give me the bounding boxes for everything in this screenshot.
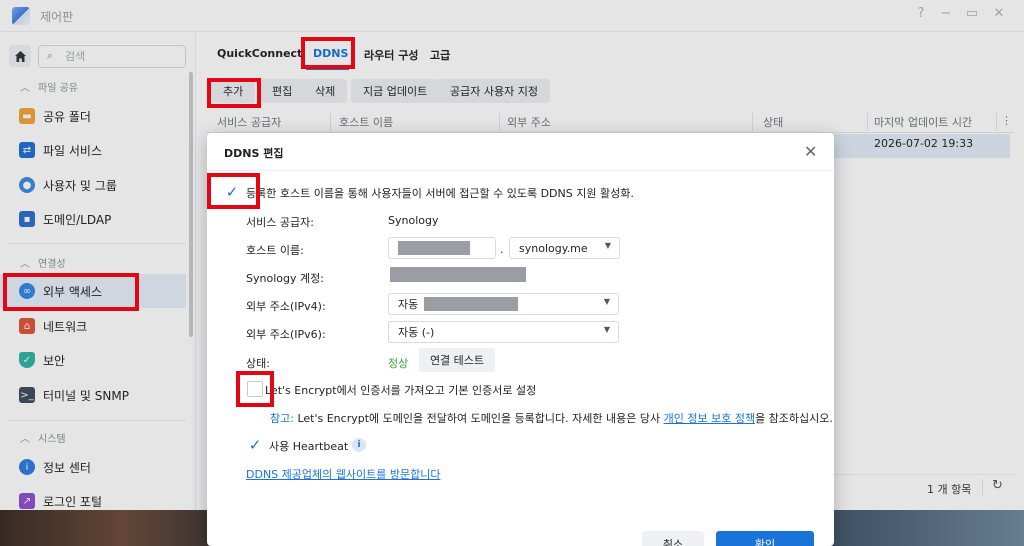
note-suffix: 을 참조하십시오. [755, 412, 833, 425]
hostname-label: 호스트 이름: [246, 244, 304, 257]
status-value: 정상 [388, 357, 409, 370]
ipv4-select[interactable]: 자동 ▼ [388, 293, 619, 315]
note-body: Let's Encrypt에 도메인을 전달하여 도메인을 등록합니다. 자세한… [297, 412, 661, 425]
info-icon[interactable]: i [352, 438, 366, 452]
hostname-input[interactable] [388, 237, 496, 259]
status-label: 상태: [246, 357, 270, 370]
dialog-title: DDNS 편집 [224, 147, 284, 160]
letsencrypt-checkbox[interactable] [247, 381, 263, 397]
enable-ddns-label: 등록한 호스트 이름을 통해 사용자들이 서버에 접근할 수 있도록 DDNS … [246, 187, 634, 200]
domain-select[interactable]: synology.me ▼ [509, 237, 620, 259]
test-connection-button[interactable]: 연결 테스트 [419, 348, 495, 372]
chevron-down-icon: ▼ [603, 325, 610, 334]
letsencrypt-label: Let's Encrypt에서 인증서를 가져오고 기본 인증서로 설정 [265, 384, 537, 397]
provider-value: Synology [388, 214, 439, 227]
ddns-edit-dialog: DDNS 편집 ✕ ✓ 등록한 호스트 이름을 통해 사용자들이 서버에 접근할… [207, 133, 834, 546]
chevron-down-icon: ▼ [603, 297, 610, 306]
enable-ddns-checkbox[interactable]: ✓ [224, 183, 240, 201]
heartbeat-checkbox[interactable]: ✓ [247, 436, 263, 454]
ipv4-value: 자동 [398, 298, 419, 311]
dialog-divider [207, 170, 834, 171]
redacted-hostname [398, 241, 470, 255]
dialog-close-icon[interactable]: ✕ [804, 142, 817, 161]
redacted-account [390, 267, 526, 282]
ipv4-label: 외부 주소(IPv4): [246, 300, 326, 313]
chevron-down-icon: ▼ [604, 241, 611, 250]
ipv6-label: 외부 주소(IPv6): [246, 328, 326, 341]
ipv6-value: 자동 (-) [398, 326, 435, 339]
cancel-button[interactable]: 취소 [642, 531, 704, 546]
visit-provider-link[interactable]: DDNS 제공업체의 웹사이트를 방문합니다 [246, 466, 440, 482]
ipv6-select[interactable]: 자동 (-) ▼ [388, 321, 619, 343]
note-text: 참고: Let's Encrypt에 도메인을 전달하여 도메인을 등록합니다.… [270, 410, 833, 426]
privacy-policy-link[interactable]: 개인 정보 보호 정책 [664, 412, 755, 425]
account-label: Synology 계정: [246, 272, 324, 285]
confirm-button[interactable]: 확인 [716, 531, 814, 546]
hostname-dot: . [500, 243, 504, 256]
redacted-ipv4 [424, 297, 519, 311]
domain-value: synology.me [519, 241, 588, 255]
provider-label: 서비스 공급자: [246, 216, 314, 229]
heartbeat-label: 사용 Heartbeat [269, 440, 349, 453]
note-tag: 참고: [270, 412, 294, 425]
